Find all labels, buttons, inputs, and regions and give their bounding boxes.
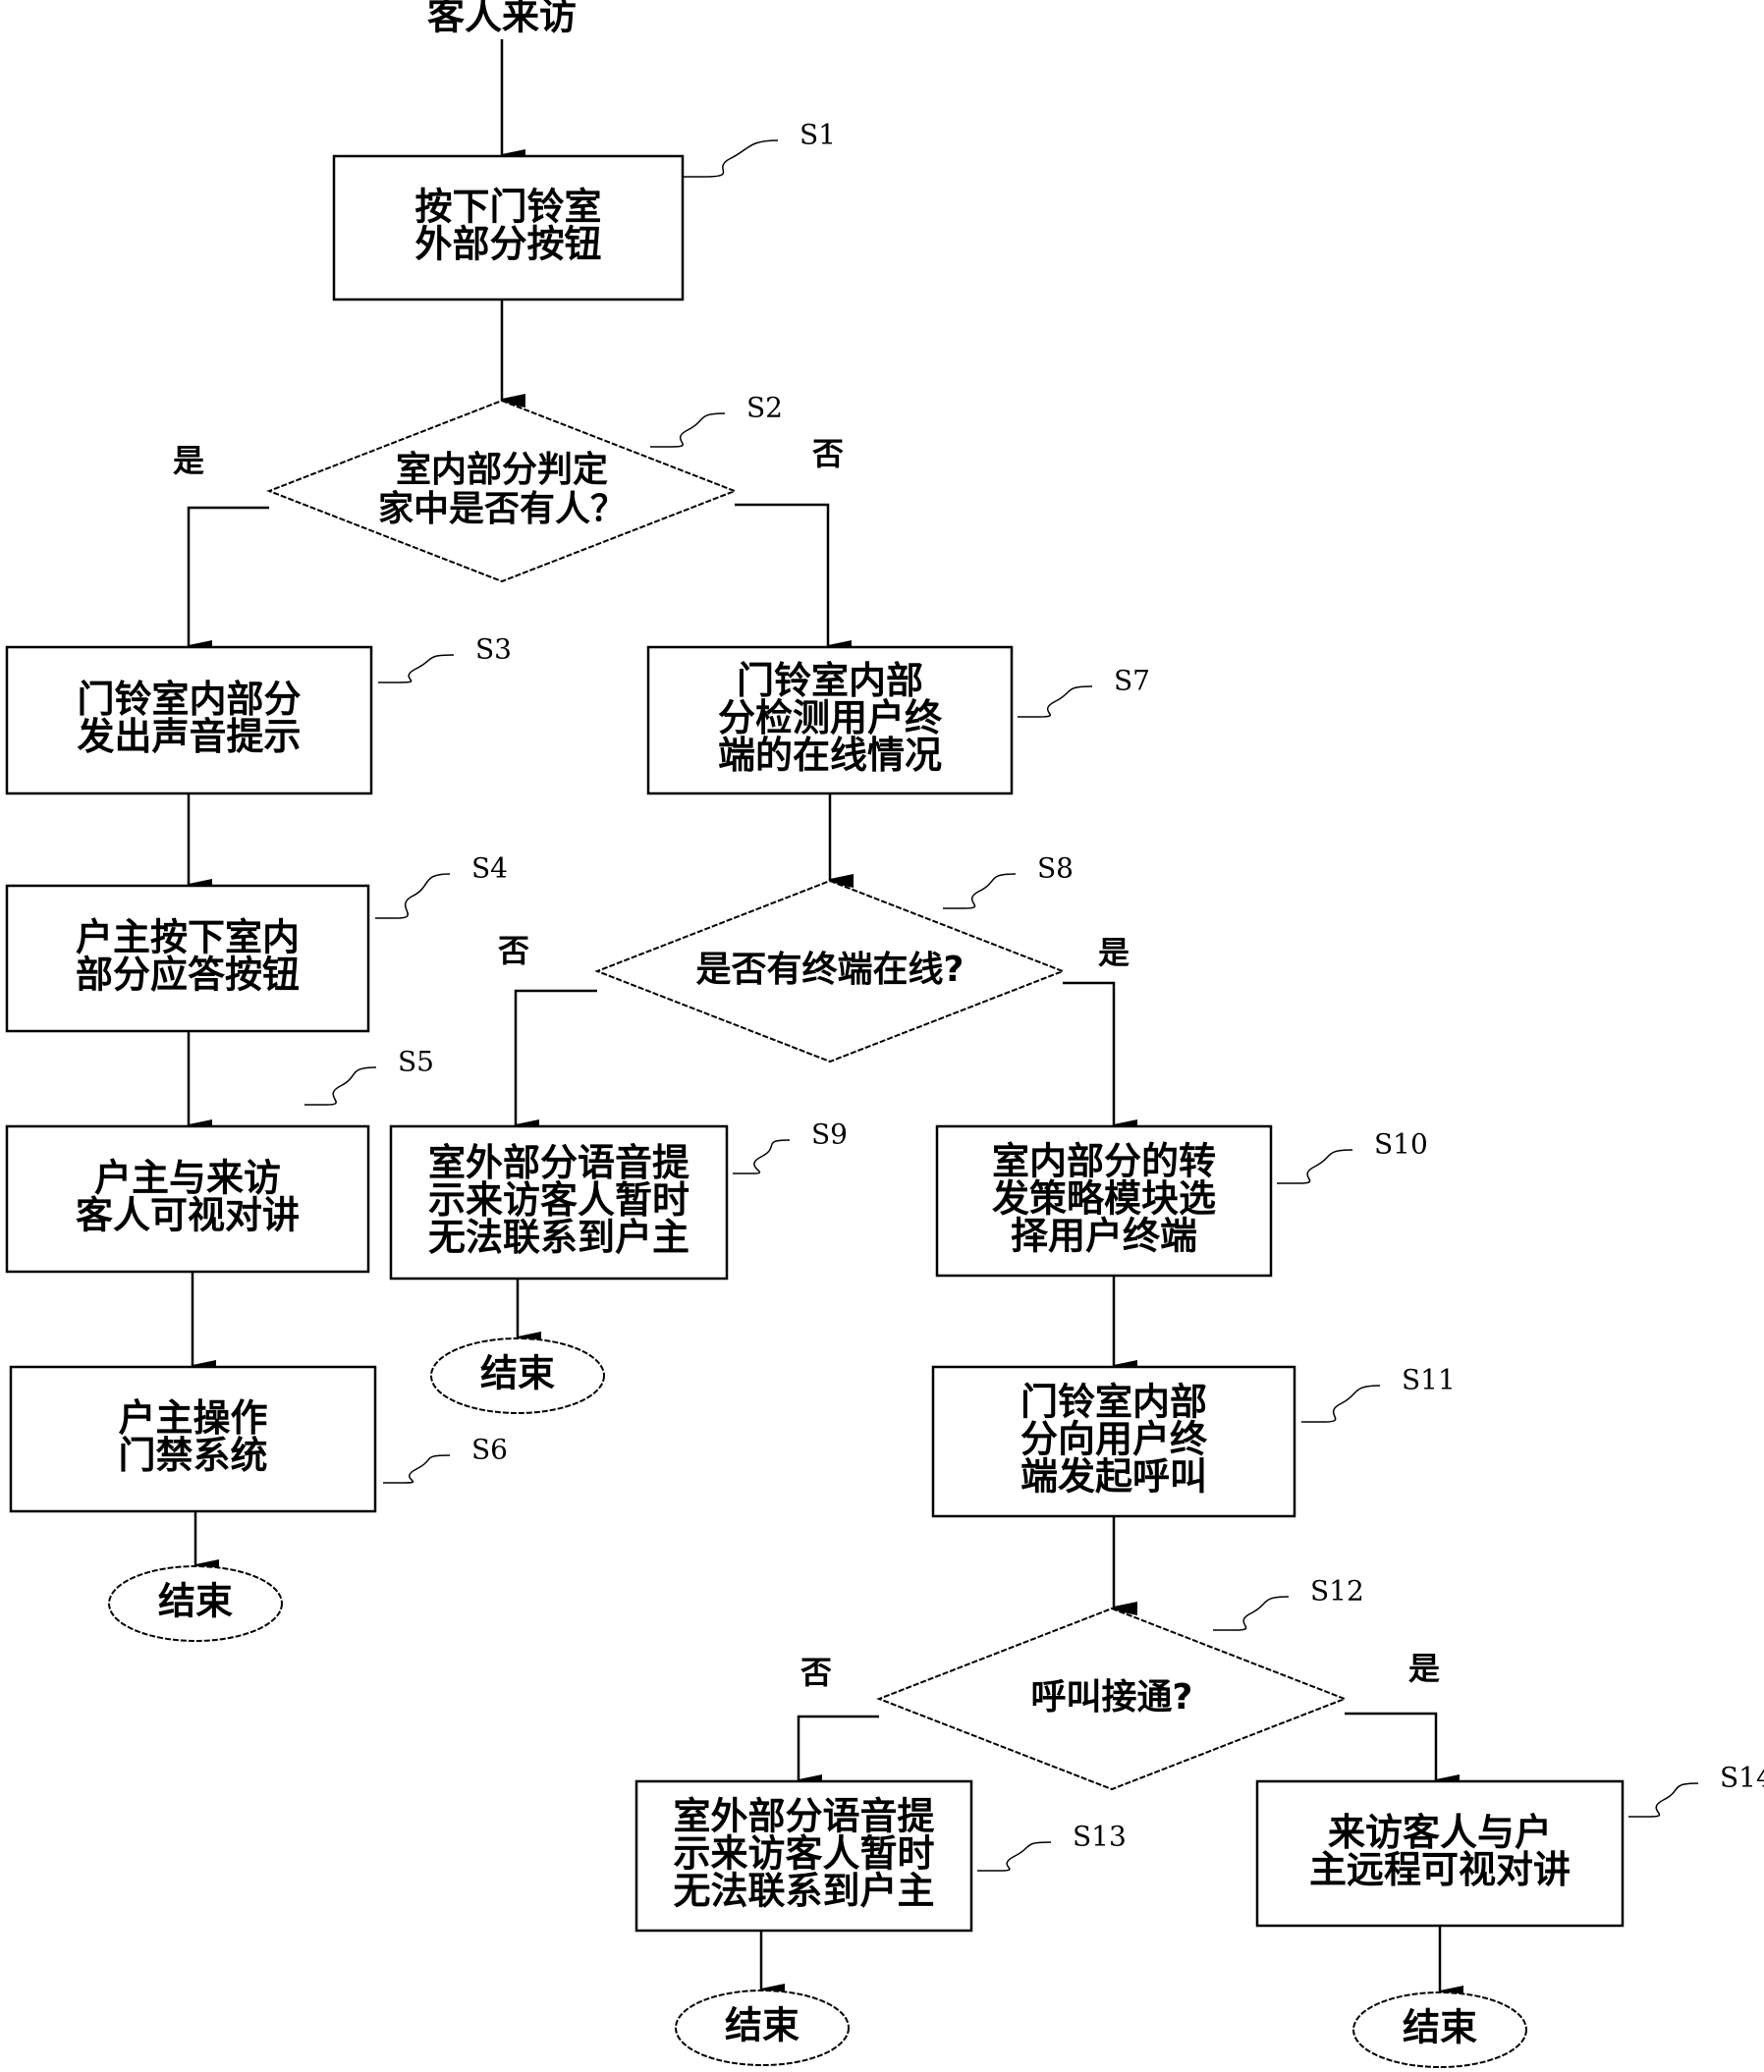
decision-text-s8: 是否有终端在线? <box>696 950 965 990</box>
process-text-s9: 无法联系到户主 <box>428 1216 689 1259</box>
step-label-s13: S13 <box>1073 1821 1127 1853</box>
step-leader-s14 <box>1628 1782 1699 1818</box>
start-label: 客人来访 <box>427 0 577 38</box>
edge-S2-S7-no <box>735 503 852 654</box>
step-label-s5: S5 <box>398 1046 434 1078</box>
step-label-s10: S10 <box>1374 1128 1428 1161</box>
step-leader-s12 <box>1213 1596 1290 1631</box>
step-label-s8: S8 <box>1037 852 1074 885</box>
end-label: 结束 <box>725 2004 799 2047</box>
process-text-s13: 无法联系到户主 <box>673 1870 934 1913</box>
step-label-s4: S4 <box>471 852 508 885</box>
step-leader-s8 <box>943 873 1017 909</box>
step-leader-s3 <box>378 654 455 683</box>
step-label-s9: S9 <box>811 1118 848 1151</box>
edge-S12-S14-yes <box>1345 1712 1460 1788</box>
step-label-s7: S7 <box>1114 665 1150 697</box>
step-label-s6: S6 <box>471 1434 508 1466</box>
step-leader-s2 <box>650 412 726 448</box>
process-text-s3: 发出声音提示 <box>77 715 301 758</box>
step-label-s3: S3 <box>475 633 512 666</box>
step-leader-s5 <box>304 1066 377 1106</box>
process-text-s4: 部分应答按钮 <box>76 954 300 997</box>
process-text-s5: 客人可视对讲 <box>76 1194 300 1237</box>
process-text-s7: 端的在线情况 <box>718 734 942 777</box>
step-label-s1: S1 <box>799 119 836 151</box>
step-label-s11: S11 <box>1402 1364 1456 1396</box>
branch-no-label: 否 <box>498 932 529 969</box>
branch-yes-label: 是 <box>1098 934 1130 971</box>
step-label-s12: S12 <box>1310 1575 1364 1608</box>
end-label: 结束 <box>158 1580 233 1623</box>
step-leader-s11 <box>1301 1385 1381 1423</box>
decision-text-s12: 呼叫接通? <box>1031 1677 1193 1718</box>
process-text-s14: 主远程可视对讲 <box>1309 1848 1571 1891</box>
step-leader-s13 <box>977 1841 1052 1872</box>
branch-yes-label: 是 <box>173 442 204 479</box>
process-text-s6: 门禁系统 <box>118 1434 267 1477</box>
step-leader-s6 <box>383 1454 451 1484</box>
edge-S8-S10-yes <box>1063 981 1137 1133</box>
edge-S2-S3-yes <box>187 506 269 654</box>
step-leader-s4 <box>375 873 451 919</box>
step-leader-s7 <box>1018 685 1093 718</box>
flowchart: 客人来访按下门铃室外部分按钮门铃室内部分发出声音提示户主按下室内部分应答按钮户主… <box>5 0 1764 2068</box>
process-text-s11: 端发起呼叫 <box>1020 1455 1207 1499</box>
step-leader-s10 <box>1277 1149 1353 1184</box>
edge-S12-S13-no <box>797 1715 879 1788</box>
step-leader-s1 <box>683 139 779 178</box>
branch-no-label: 否 <box>800 1654 832 1691</box>
decision-text-s2: 家中是否有人？ <box>378 489 626 529</box>
decision-text-s2: 室内部分判定 <box>396 450 608 490</box>
branch-no-label: 否 <box>812 435 844 472</box>
edge-S8-S9-no <box>514 989 597 1133</box>
step-label-s14: S14 <box>1720 1762 1764 1794</box>
end-label: 结束 <box>1403 2006 1477 2049</box>
process-text-s10: 择用户终端 <box>1011 1215 1197 1258</box>
end-label: 结束 <box>480 1352 555 1395</box>
step-label-s2: S2 <box>746 392 783 424</box>
step-leader-s9 <box>733 1139 791 1174</box>
branch-yes-label: 是 <box>1408 1650 1440 1687</box>
process-text-s1: 外部分按钮 <box>414 223 601 266</box>
